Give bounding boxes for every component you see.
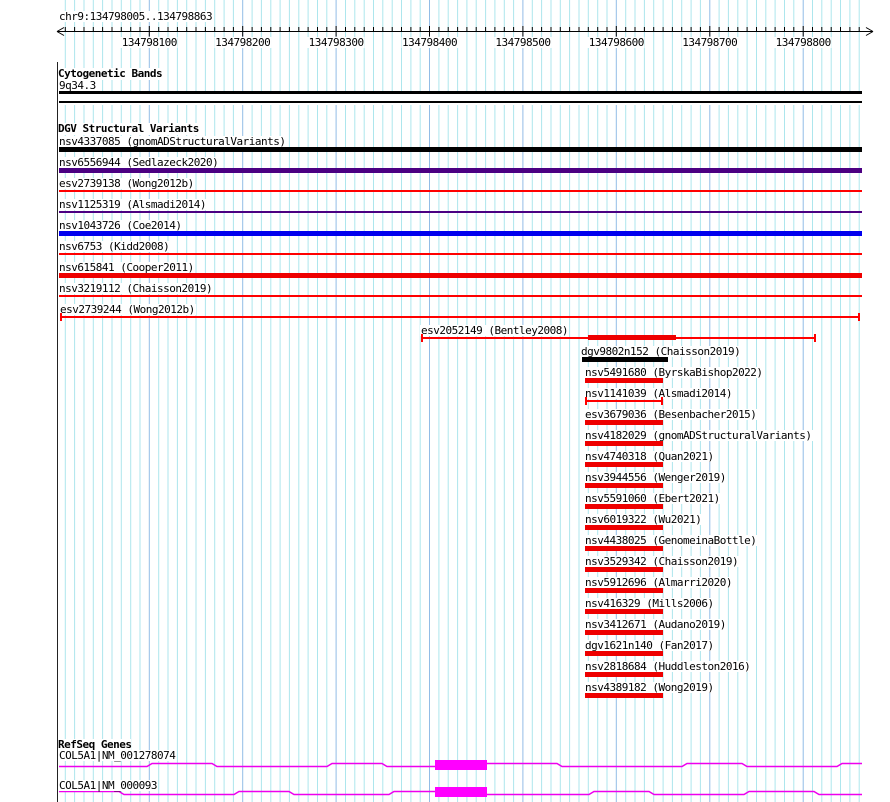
gene-exon[interactable]: [435, 787, 487, 797]
gene-label[interactable]: COL5A1|NM_000093: [58, 780, 158, 791]
gene-exon[interactable]: [435, 760, 487, 770]
gene-label[interactable]: COL5A1|NM_001278074: [58, 750, 177, 761]
gene-structure-layer: [59, 762, 862, 796]
genome-browser-canvas: chr9:134798005..134798863 134798100 13479…: [0, 0, 890, 802]
